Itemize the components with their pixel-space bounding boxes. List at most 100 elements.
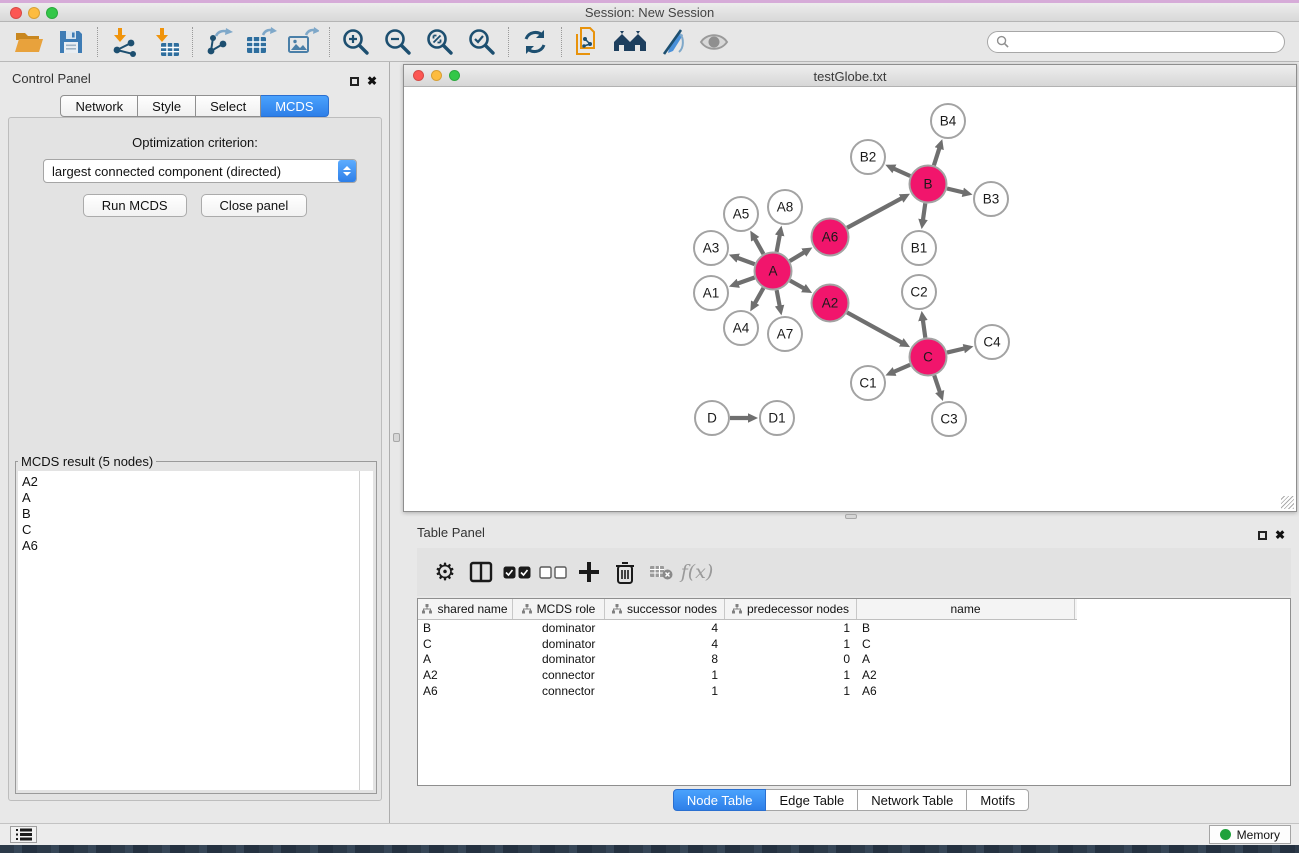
graph-edge-A-A3[interactable] (737, 258, 754, 264)
table-cell[interactable]: 1 (725, 621, 857, 635)
result-item[interactable]: C (22, 522, 359, 538)
graph-edge-A2-C[interactable] (847, 312, 902, 342)
column-header-shared-name[interactable]: shared name (418, 599, 513, 619)
table-cell[interactable]: dominator (513, 637, 605, 651)
column-header-successor-nodes[interactable]: successor nodes (605, 599, 725, 619)
graph-edge-B-B3[interactable] (947, 189, 964, 193)
graph-edge-C-C2[interactable] (923, 320, 925, 338)
graph-edge-C-C4[interactable] (947, 348, 965, 352)
export-table-icon[interactable] (240, 25, 282, 59)
table-cell[interactable]: connector (513, 684, 605, 698)
table-cell[interactable]: 1 (725, 637, 857, 651)
table-cell[interactable]: C (857, 637, 1075, 651)
result-item[interactable]: A2 (22, 474, 359, 490)
graph-edge-B-B1[interactable] (923, 203, 925, 220)
table-cell[interactable]: 1 (725, 668, 857, 682)
table-row[interactable]: Bdominator41B (418, 620, 1290, 636)
memory-button[interactable]: Memory (1209, 825, 1291, 844)
float-panel-icon[interactable] (350, 77, 359, 86)
table-row[interactable]: A6connector11A6 (418, 683, 1290, 699)
eye-icon[interactable] (693, 25, 735, 59)
column-header-MCDS-role[interactable]: MCDS role (513, 599, 605, 619)
run-mcds-button[interactable]: Run MCDS (83, 194, 187, 217)
table-cell[interactable]: 1 (605, 684, 725, 698)
network-window-titlebar[interactable]: testGlobe.txt (404, 65, 1296, 87)
tab-node-table[interactable]: Node Table (673, 789, 767, 811)
table-cell[interactable]: A (418, 652, 513, 666)
save-icon[interactable] (50, 25, 92, 59)
table-cell[interactable]: 1 (725, 684, 857, 698)
double-home-icon[interactable] (609, 25, 651, 59)
table-row[interactable]: A2connector11A2 (418, 667, 1290, 683)
delete-table-icon[interactable] (643, 554, 679, 590)
graph-edge-B-B2[interactable] (894, 168, 911, 176)
table-cell[interactable]: 0 (725, 652, 857, 666)
table-row[interactable]: Cdominator41C (418, 636, 1290, 652)
search-input[interactable] (1009, 33, 1284, 51)
table-cell[interactable]: A2 (857, 668, 1075, 682)
unchecked-boxes-icon[interactable] (535, 554, 571, 590)
graph-edge-A-A1[interactable] (737, 278, 754, 284)
table-cell[interactable]: dominator (513, 621, 605, 635)
network-graph-canvas[interactable]: AA1A2A3A4A5A6A7A8BB1B2B3B4CC1C2C3C4DD1 (404, 87, 1295, 511)
export-image-icon[interactable] (282, 25, 324, 59)
graph-edge-A-A2[interactable] (790, 281, 804, 289)
table-cell[interactable]: connector (513, 668, 605, 682)
vertical-splitter-handle[interactable] (393, 433, 400, 442)
trash-icon[interactable] (607, 554, 643, 590)
result-item[interactable]: B (22, 506, 359, 522)
graph-edge-A-A4[interactable] (755, 288, 764, 304)
task-history-button[interactable] (10, 826, 37, 843)
tab-edge-table[interactable]: Edge Table (766, 789, 858, 811)
graph-edge-C-C3[interactable] (934, 375, 940, 392)
close-table-panel-icon[interactable] (1275, 526, 1285, 544)
table-cell[interactable]: 4 (605, 637, 725, 651)
horizontal-splitter-handle[interactable] (845, 514, 857, 519)
table-row[interactable]: Adominator80A (418, 652, 1290, 668)
clone-network-icon[interactable] (567, 25, 609, 59)
search-field[interactable] (987, 31, 1285, 53)
pencil-slash-icon[interactable] (651, 25, 693, 59)
refresh-icon[interactable] (514, 25, 556, 59)
checked-boxes-icon[interactable] (499, 554, 535, 590)
tab-style[interactable]: Style (138, 95, 196, 117)
table-cell[interactable]: dominator (513, 652, 605, 666)
result-item[interactable]: A6 (22, 538, 359, 554)
zoom-selected-icon[interactable] (461, 25, 503, 59)
import-network-icon[interactable] (103, 25, 145, 59)
mcds-result-list[interactable]: A2ABCA6 (18, 471, 360, 790)
result-scrollbar[interactable] (360, 471, 373, 790)
tab-network-table[interactable]: Network Table (858, 789, 967, 811)
function-icon[interactable]: f(x) (679, 554, 715, 590)
tab-motifs[interactable]: Motifs (967, 789, 1029, 811)
table-cell[interactable]: A6 (418, 684, 513, 698)
graph-edge-A-A7[interactable] (777, 290, 780, 306)
close-panel-icon[interactable] (367, 72, 377, 90)
plus-icon[interactable] (571, 554, 607, 590)
table-cell[interactable]: B (857, 621, 1075, 635)
zoom-out-icon[interactable] (377, 25, 419, 59)
table-cell[interactable]: A2 (418, 668, 513, 682)
graph-edge-B-B4[interactable] (934, 148, 940, 166)
table-cell[interactable]: B (418, 621, 513, 635)
graph-edge-A-A5[interactable] (755, 238, 764, 254)
float-table-panel-icon[interactable] (1258, 531, 1267, 540)
tab-network[interactable]: Network (60, 95, 138, 117)
table-cell[interactable]: A6 (857, 684, 1075, 698)
table-cell[interactable]: 1 (605, 668, 725, 682)
tab-mcds[interactable]: MCDS (261, 95, 328, 117)
export-network-icon[interactable] (198, 25, 240, 59)
table-cell[interactable]: 4 (605, 621, 725, 635)
zoom-fit-icon[interactable] (419, 25, 461, 59)
tab-select[interactable]: Select (196, 95, 261, 117)
gear-icon[interactable] (427, 554, 463, 590)
close-panel-button[interactable]: Close panel (201, 194, 308, 217)
table-cell[interactable]: C (418, 637, 513, 651)
column-header-predecessor-nodes[interactable]: predecessor nodes (725, 599, 857, 619)
split-table-icon[interactable] (463, 554, 499, 590)
zoom-in-icon[interactable] (335, 25, 377, 59)
node-table[interactable]: shared nameMCDS rolesuccessor nodesprede… (417, 598, 1291, 786)
window-resize-grip[interactable] (1281, 496, 1294, 509)
column-header-name[interactable]: name (857, 599, 1075, 619)
import-table-icon[interactable] (145, 25, 187, 59)
